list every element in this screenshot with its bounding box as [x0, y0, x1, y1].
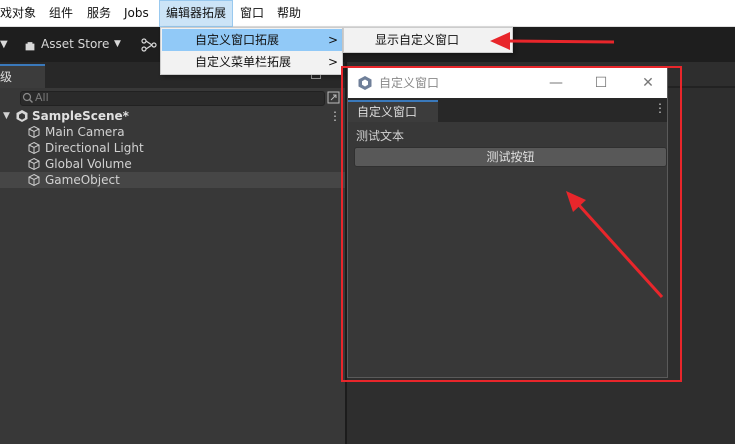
cube-icon — [27, 173, 41, 187]
custom-window-titlebar[interactable]: 自定义窗口 — ☐ ✕ — [348, 68, 667, 98]
hierarchy-item-label: Directional Light — [45, 141, 144, 155]
custom-window-submenu: 显示自定义窗口 — [343, 27, 513, 53]
minimize-button[interactable]: — — [536, 68, 576, 98]
menu-item-custom-window-extension[interactable]: 自定义窗口拓展 > — [162, 29, 342, 51]
hierarchy-item[interactable]: Global Volume — [0, 156, 345, 172]
hierarchy-item-label: GameObject — [45, 173, 120, 187]
custom-window: 自定义窗口 — ☐ ✕ 自定义窗口 ⋮ 测试文本 测试按钮 — [347, 67, 668, 378]
custom-window-tab[interactable]: 自定义窗口 — [348, 100, 438, 122]
cube-icon — [27, 141, 41, 155]
menu-item-show-custom-window[interactable]: 显示自定义窗口 — [345, 29, 513, 51]
unity-scene-icon — [15, 109, 29, 123]
scene-name: SampleScene* — [32, 109, 129, 123]
menu-editor-extension[interactable]: 编辑器拓展 — [159, 0, 233, 27]
submenu-arrow-icon: > — [328, 33, 339, 47]
menu-gameobject[interactable]: 戏对象 — [0, 0, 40, 27]
hierarchy-tab[interactable]: 层级 — [0, 64, 45, 88]
cube-icon — [27, 157, 41, 171]
maximize-button[interactable]: ☐ — [581, 68, 621, 98]
submenu-arrow-icon: > — [328, 55, 339, 69]
cube-icon — [27, 125, 41, 139]
hierarchy-item[interactable]: Main Camera — [0, 124, 345, 140]
unity-logo-icon — [357, 75, 373, 91]
search-placeholder: All — [35, 91, 49, 104]
menu-component[interactable]: 组件 — [49, 0, 75, 27]
scene-menu-icon[interactable]: ⋮ — [329, 108, 341, 124]
editor-extension-dropdown: 自定义窗口拓展 > 自定义菜单栏拓展 > — [160, 27, 343, 75]
custom-window-label: 测试文本 — [356, 129, 405, 143]
hierarchy-item[interactable]: GameObject — [0, 172, 345, 188]
expand-arrow-icon[interactable]: ▼ — [3, 108, 10, 124]
hierarchy-item[interactable]: Directional Light — [0, 140, 345, 156]
asset-store-icon — [25, 40, 35, 51]
hierarchy-search-input[interactable] — [20, 91, 325, 106]
custom-window-title: 自定义窗口 — [379, 76, 440, 90]
search-expand-icon[interactable] — [327, 91, 340, 104]
custom-window-menu-icon[interactable]: ⋮ — [654, 101, 666, 115]
hierarchy-item-label: Main Camera — [45, 125, 125, 139]
menu-services[interactable]: 服务 — [87, 0, 113, 27]
menu-jobs[interactable]: Jobs — [124, 0, 154, 27]
menu-item-custom-menubar-extension[interactable]: 自定义菜单栏拓展 > — [162, 51, 342, 73]
custom-window-tabbar: 自定义窗口 ⋮ — [348, 98, 667, 122]
menu-help[interactable]: 帮助 — [277, 0, 303, 27]
menubar: 戏对象 组件 服务 Jobs 编辑器拓展 窗口 帮助 — [0, 0, 735, 27]
toolbar-dropdown-arrow-icon[interactable]: ▼ — [0, 27, 8, 62]
close-button[interactable]: ✕ — [628, 68, 668, 98]
hierarchy-item-label: Global Volume — [45, 157, 132, 171]
asset-store-dropdown-icon[interactable]: ▼ — [114, 27, 121, 62]
scene-row[interactable]: ▼ SampleScene* ⋮ — [0, 108, 345, 124]
search-icon — [22, 91, 34, 105]
menu-window[interactable]: 窗口 — [240, 0, 266, 27]
test-button[interactable]: 测试按钮 — [354, 147, 667, 167]
asset-store-button[interactable]: Asset Store — [41, 27, 109, 62]
version-control-icon[interactable] — [141, 38, 157, 52]
